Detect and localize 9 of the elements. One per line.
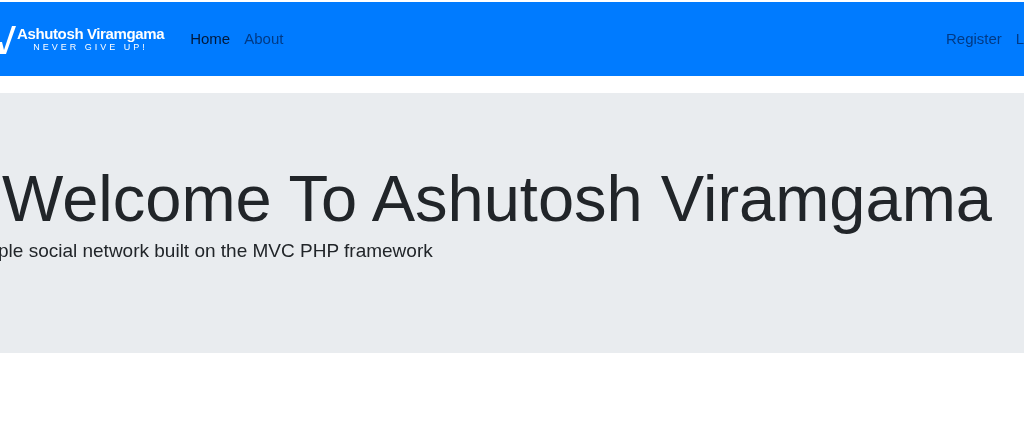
brand-name[interactable]: Ashutosh Viramgama xyxy=(17,25,165,42)
nav-link[interactable]: About xyxy=(244,27,284,51)
page-heading: Welcome To Ashutosh Viramgama xyxy=(2,161,992,237)
brand-tagline: NEVER GIVE UP! xyxy=(33,42,148,53)
nav-link[interactable]: L xyxy=(1015,27,1024,51)
check-logo-icon xyxy=(0,24,16,54)
nav-link[interactable]: Home xyxy=(190,27,231,51)
nav-link[interactable]: Register xyxy=(946,27,1002,51)
lead-text: ple social network built on the MVC PHP framework xyxy=(0,239,433,263)
